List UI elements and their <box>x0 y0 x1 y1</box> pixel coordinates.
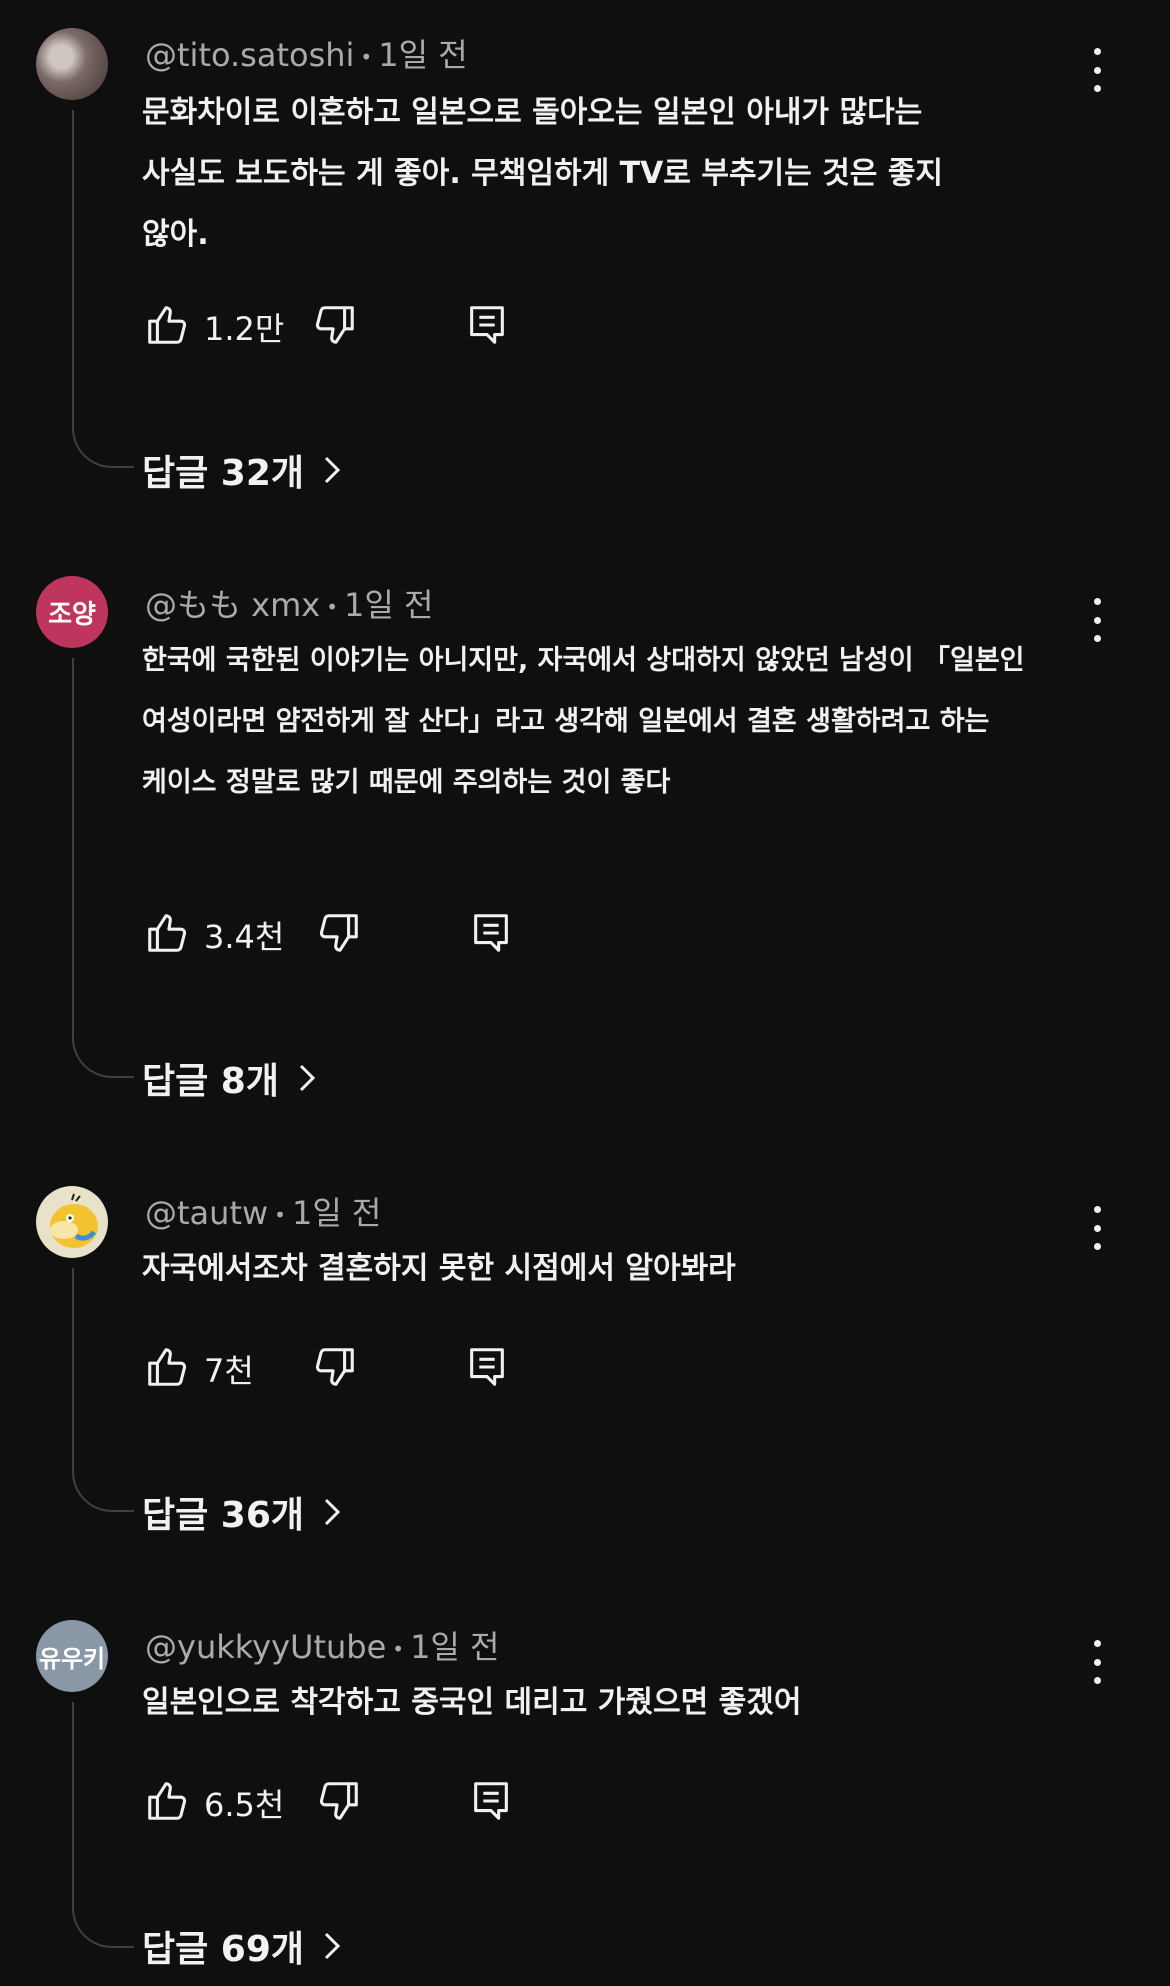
username[interactable]: @tito.satoshi <box>145 36 354 74</box>
thumbs-up-icon[interactable] <box>144 910 190 956</box>
like-count: 1.2만 <box>204 310 285 348</box>
separator-dot: • <box>360 45 373 69</box>
separator-dot: • <box>392 1637 405 1661</box>
comment-meta: @もも xmx • 1일 전 <box>145 580 433 626</box>
thread-line <box>72 658 134 1078</box>
comment-meta: @yukkyyUtube • 1일 전 <box>145 1622 499 1668</box>
comment-line: 자국에서조차 결혼하지 못한 시점에서 알아봐라 <box>142 1251 736 1286</box>
chevron-right-icon <box>299 1064 316 1092</box>
username[interactable]: @tautw <box>145 1194 268 1232</box>
replies-count: 답글 8개 <box>142 1061 279 1102</box>
comment-text: 일본인으로 착각하고 중국인 데리고 가줬으면 좋겠어 <box>142 1672 1062 1733</box>
thumbs-down-icon[interactable] <box>316 1778 362 1824</box>
thread-line <box>72 1268 134 1512</box>
separator-dot: • <box>274 1203 286 1227</box>
comment-actions: 6.5천 <box>142 1772 742 1828</box>
timestamp: 1일 전 <box>291 1194 382 1232</box>
comment-actions: 3.4천 <box>142 904 742 960</box>
comment-actions: 1.2만 <box>142 296 742 352</box>
replies-toggle[interactable]: 답글 32개 <box>142 444 342 496</box>
comment-meta: @tautw • 1일 전 <box>145 1188 381 1234</box>
more-vertical-icon[interactable] <box>1085 1640 1109 1684</box>
replies-count: 답글 69개 <box>142 1929 304 1970</box>
avatar[interactable]: 조양 <box>36 576 108 648</box>
chevron-right-icon <box>324 1498 341 1526</box>
duck-avatar-icon <box>50 1193 98 1248</box>
timestamp: 1일 전 <box>344 586 434 624</box>
thumbs-down-icon[interactable] <box>316 910 362 956</box>
thumbs-up-icon[interactable] <box>144 1344 190 1390</box>
like-count: 6.5천 <box>204 1786 285 1824</box>
more-vertical-icon[interactable] <box>1085 48 1109 92</box>
avatar-initials: 유우키 <box>38 1644 106 1673</box>
replies-toggle[interactable]: 답글 69개 <box>142 1920 342 1972</box>
reply-comment-icon[interactable] <box>468 910 514 956</box>
thumbs-down-icon[interactable] <box>312 302 358 348</box>
comment-text: 자국에서조차 결혼하지 못한 시점에서 알아봐라 <box>142 1238 1062 1299</box>
chevron-right-icon <box>324 456 341 484</box>
reply-comment-icon[interactable] <box>464 302 510 348</box>
replies-count: 답글 32개 <box>142 453 304 494</box>
timestamp: 1일 전 <box>378 36 468 74</box>
comment-line: 일본인으로 착각하고 중국인 데리고 가줬으면 좋겠어 <box>142 1685 802 1720</box>
separator-dot: • <box>326 595 339 619</box>
thumbs-up-icon[interactable] <box>144 302 190 348</box>
username[interactable]: @もも xmx <box>145 586 320 624</box>
chevron-right-icon <box>324 1932 341 1960</box>
comment-line: 않아. <box>142 217 209 252</box>
comment-meta: @tito.satoshi • 1일 전 <box>145 30 468 76</box>
avatar[interactable]: 유우키 <box>36 1620 108 1692</box>
thread-line <box>72 110 134 468</box>
avatar[interactable] <box>36 28 108 100</box>
reply-comment-icon[interactable] <box>468 1778 514 1824</box>
comment-line: 문화차이로 이혼하고 일본으로 돌아오는 일본인 아내가 많다는 <box>142 95 923 130</box>
replies-toggle[interactable]: 답글 8개 <box>142 1052 317 1104</box>
avatar[interactable] <box>36 1186 108 1258</box>
avatar-initials: 조양 <box>48 599 96 630</box>
comment-line: 여성이라면 얌전하게 잘 산다」라고 생각해 일본에서 결혼 생활하려고 하는 <box>142 706 990 737</box>
more-vertical-icon[interactable] <box>1085 598 1109 642</box>
comment-text: 한국에 국한된 이야기는 아니지만, 자국에서 상대하지 않았던 남성이 「일본… <box>142 630 1062 813</box>
thumbs-up-icon[interactable] <box>144 1778 190 1824</box>
thumbs-down-icon[interactable] <box>312 1344 358 1390</box>
comment-text: 문화차이로 이혼하고 일본으로 돌아오는 일본인 아내가 많다는 사실도 보도하… <box>142 82 1062 265</box>
timestamp: 1일 전 <box>410 1628 500 1666</box>
more-vertical-icon[interactable] <box>1085 1206 1109 1250</box>
replies-toggle[interactable]: 답글 36개 <box>142 1486 342 1538</box>
comment-line: 한국에 국한된 이야기는 아니지만, 자국에서 상대하지 않았던 남성이 「일본… <box>142 645 1025 676</box>
replies-count: 답글 36개 <box>142 1495 304 1536</box>
comment-line: 사실도 보도하는 게 좋아. 무책임하게 TV로 부추기는 것은 좋지 <box>142 156 944 191</box>
like-count: 7천 <box>204 1352 254 1390</box>
thread-line <box>72 1702 134 1948</box>
like-count: 3.4천 <box>204 918 285 956</box>
reply-comment-icon[interactable] <box>464 1344 510 1390</box>
comment-actions: 7천 <box>142 1338 742 1394</box>
comment-line: 케이스 정말로 많기 때문에 주의하는 것이 좋다 <box>142 767 671 798</box>
username[interactable]: @yukkyyUtube <box>145 1628 386 1666</box>
